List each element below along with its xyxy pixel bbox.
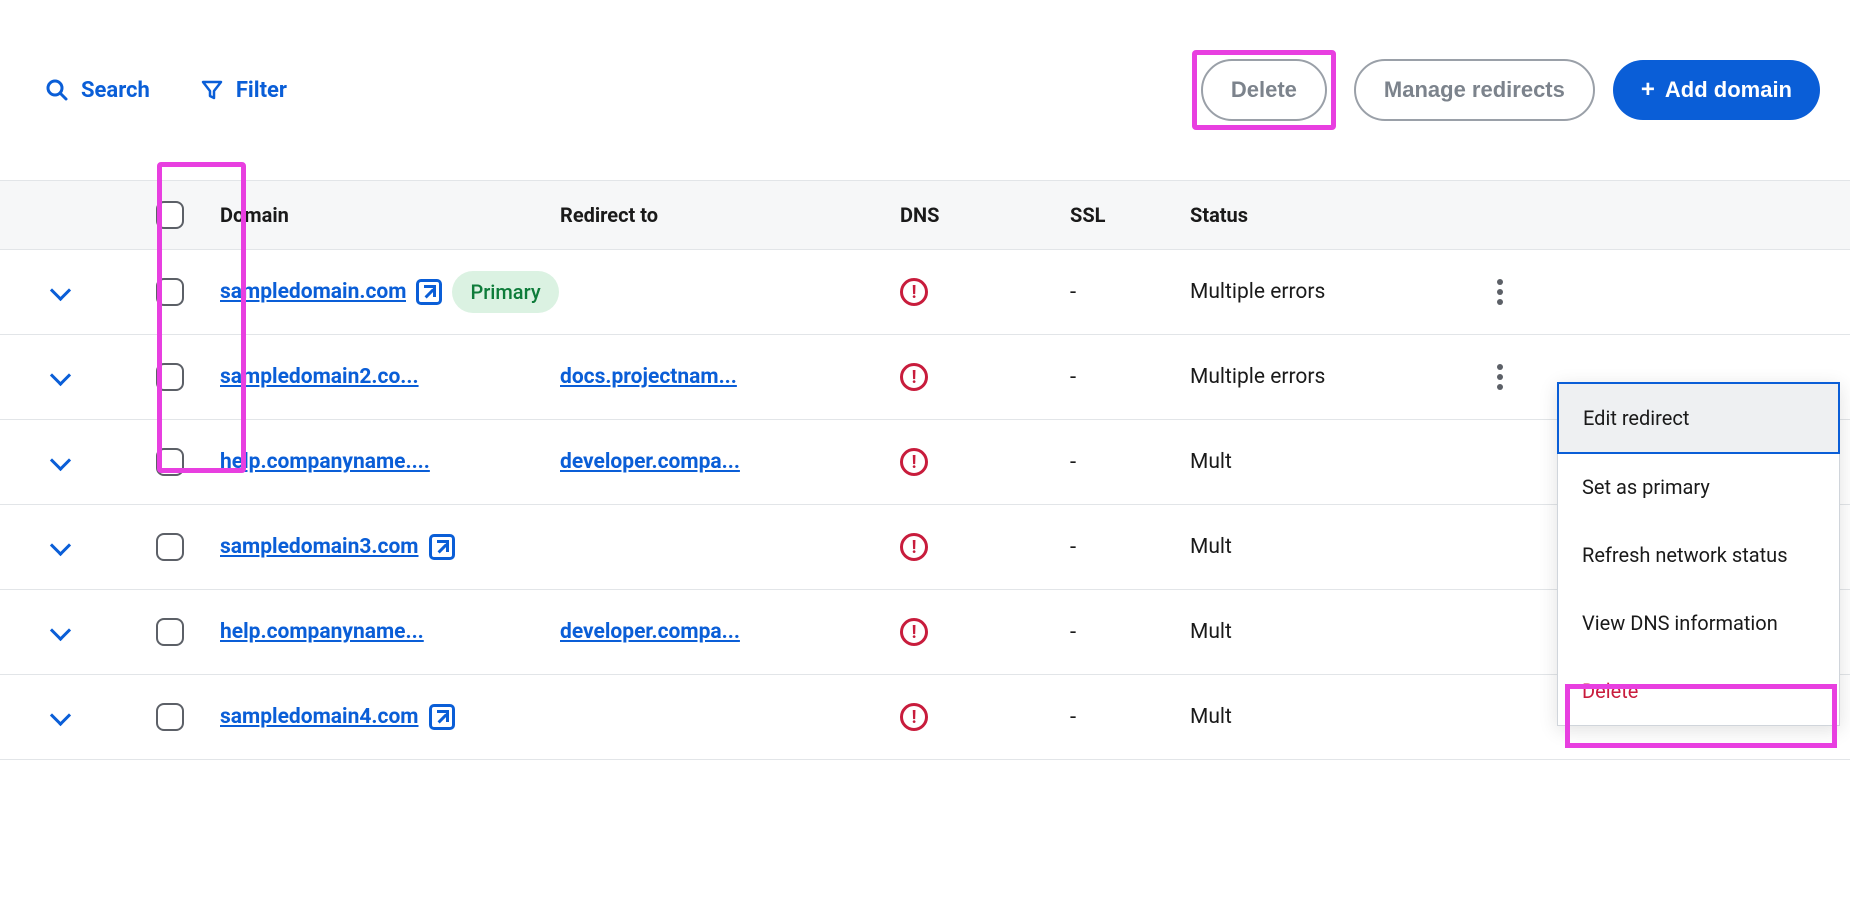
filter-icon (200, 78, 224, 102)
row-checkbox[interactable] (156, 533, 184, 561)
delete-button[interactable]: Delete (1201, 59, 1327, 121)
search-button[interactable]: Search (45, 78, 150, 103)
domain-link[interactable]: sampledomain2.co... (220, 365, 419, 389)
status-text: Mult (1190, 705, 1232, 729)
toolbar: Search Filter Delete Manage redirects (0, 0, 1850, 180)
chevron-down-icon[interactable] (50, 626, 70, 638)
row-checkbox[interactable] (156, 703, 184, 731)
ssl-value: - (1070, 450, 1076, 475)
search-label: Search (81, 78, 150, 103)
alert-icon: ! (900, 533, 928, 561)
domain-link[interactable]: help.companyname.... (220, 450, 430, 474)
status-text: Multiple errors (1190, 365, 1325, 389)
external-link-icon[interactable] (416, 279, 442, 305)
row-actions-dropdown: Edit redirect Set as primary Refresh net… (1557, 382, 1840, 726)
row-actions-menu[interactable] (1497, 364, 1503, 390)
ssl-value: - (1070, 365, 1076, 390)
column-header-domain: Domain (220, 203, 560, 227)
chevron-down-icon[interactable] (50, 286, 70, 298)
alert-icon: ! (900, 618, 928, 646)
row-checkbox[interactable] (156, 448, 184, 476)
redirect-link[interactable]: developer.compa... (560, 450, 740, 474)
external-link-icon[interactable] (429, 534, 455, 560)
primary-badge: Primary (452, 271, 558, 313)
alert-icon: ! (900, 278, 928, 306)
domain-link[interactable]: sampledomain3.com (220, 535, 419, 559)
column-header-status: Status (1190, 203, 1470, 227)
table-header-row: Domain Redirect to DNS SSL Status (0, 180, 1850, 250)
select-all-checkbox[interactable] (156, 201, 184, 229)
domain-link[interactable]: sampledomain.com (220, 280, 406, 304)
chevron-down-icon[interactable] (50, 541, 70, 553)
chevron-down-icon[interactable] (50, 456, 70, 468)
column-header-ssl: SSL (1070, 203, 1190, 227)
row-checkbox[interactable] (156, 363, 184, 391)
delete-button-highlight: Delete (1192, 50, 1336, 130)
ssl-value: - (1070, 620, 1076, 645)
ssl-value: - (1070, 535, 1076, 560)
dropdown-item-view-dns[interactable]: View DNS information (1558, 589, 1839, 657)
dropdown-item-edit-redirect[interactable]: Edit redirect (1557, 382, 1840, 454)
column-header-dns: DNS (900, 203, 1070, 227)
search-icon (45, 78, 69, 102)
status-text: Multiple errors (1190, 280, 1325, 304)
dropdown-item-refresh-network[interactable]: Refresh network status (1558, 521, 1839, 589)
chevron-down-icon[interactable] (50, 371, 70, 383)
domain-link[interactable]: help.companyname... (220, 620, 424, 644)
redirect-link[interactable]: docs.projectnam... (560, 365, 737, 389)
status-text: Mult (1190, 620, 1232, 644)
alert-icon: ! (900, 448, 928, 476)
row-actions-menu[interactable] (1497, 279, 1503, 305)
ssl-value: - (1070, 280, 1076, 305)
filter-label: Filter (236, 78, 287, 103)
redirect-link[interactable]: developer.compa... (560, 620, 740, 644)
dropdown-item-delete[interactable]: Delete (1558, 657, 1839, 725)
ssl-value: - (1070, 705, 1076, 730)
status-text: Mult (1190, 535, 1232, 559)
row-checkbox[interactable] (156, 618, 184, 646)
alert-icon: ! (900, 363, 928, 391)
filter-button[interactable]: Filter (200, 78, 287, 103)
alert-icon: ! (900, 703, 928, 731)
dropdown-item-set-primary[interactable]: Set as primary (1558, 453, 1839, 521)
external-link-icon[interactable] (429, 704, 455, 730)
row-checkbox[interactable] (156, 278, 184, 306)
domain-link[interactable]: sampledomain4.com (220, 705, 419, 729)
plus-icon (1641, 76, 1655, 104)
table-row: sampledomain.com Primary ! - Multiple er… (0, 250, 1850, 335)
add-domain-button[interactable]: Add domain (1613, 60, 1820, 120)
status-text: Mult (1190, 450, 1232, 474)
chevron-down-icon[interactable] (50, 711, 70, 723)
column-header-redirect: Redirect to (560, 203, 900, 227)
manage-redirects-button[interactable]: Manage redirects (1354, 59, 1595, 121)
